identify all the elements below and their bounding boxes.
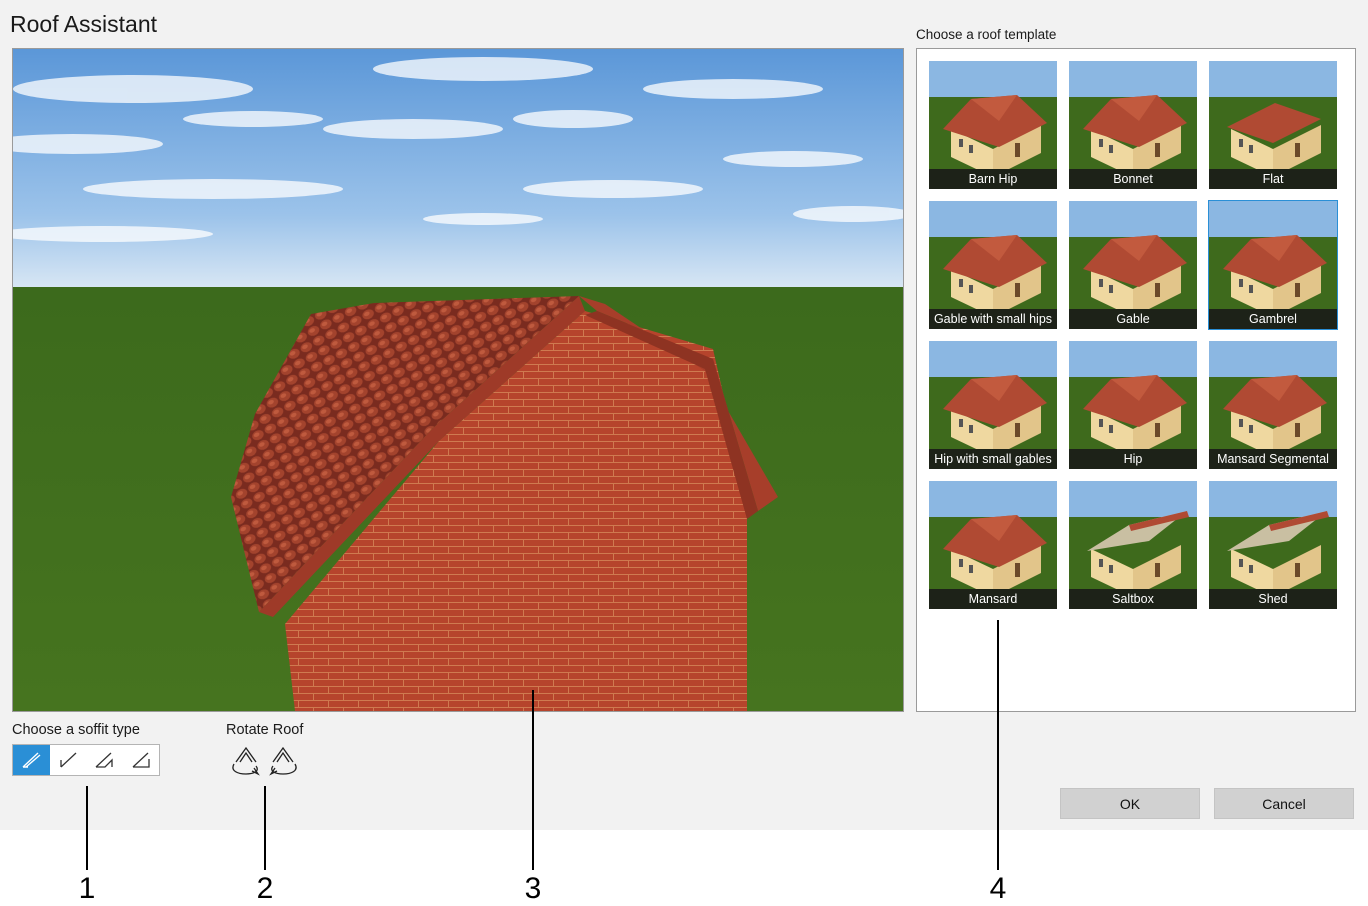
roof-template-caption: Hip (1069, 449, 1197, 469)
roof-template-saltbox[interactable]: Saltbox (1069, 481, 1197, 609)
cancel-button[interactable]: Cancel (1214, 788, 1354, 819)
soffit-sloped-icon (60, 752, 77, 768)
roof-template-gambrel[interactable]: Gambrel (1208, 200, 1338, 330)
callout-line-1 (86, 786, 88, 870)
roof-template-mansard-segmental[interactable]: Mansard Segmental (1209, 341, 1337, 469)
roof-template-mansard[interactable]: Mansard (929, 481, 1057, 609)
rotate-roof-label: Rotate Roof (226, 722, 304, 738)
roof-template-gable-with-small-hips[interactable]: Gable with small hips (929, 201, 1057, 329)
soffit-label: Choose a soffit type (12, 722, 140, 738)
roof-template-label: Choose a roof template (916, 27, 1057, 42)
callout-line-2 (264, 786, 266, 870)
roof-template-bonnet[interactable]: Bonnet (1069, 61, 1197, 189)
roof-template-caption: Flat (1209, 169, 1337, 189)
roof-template-caption: Shed (1209, 589, 1337, 609)
roof-3d-scene (13, 49, 903, 711)
roof-template-gallery: Barn Hip Bonnet Flat Gable with small hips G… (916, 48, 1356, 712)
soffit-type-selector (12, 744, 160, 776)
soffit-option-horizontal[interactable] (123, 745, 160, 775)
roof-template-hip[interactable]: Hip (1069, 341, 1197, 469)
roof-template-caption: Mansard Segmental (1209, 449, 1337, 469)
roof-template-caption: Saltbox (1069, 589, 1197, 609)
callout-number-3: 3 (524, 872, 542, 905)
dialog-title: Roof Assistant (10, 11, 158, 37)
roof-template-flat[interactable]: Flat (1209, 61, 1337, 189)
roof-template-caption: Gambrel (1209, 309, 1337, 329)
roof-template-barn-hip[interactable]: Barn Hip (929, 61, 1057, 189)
callout-number-2: 2 (256, 872, 274, 905)
callout-line-4 (997, 620, 999, 870)
soffit-option-sloped-double[interactable] (13, 745, 50, 775)
roof-template-caption: Hip with small gables (929, 449, 1057, 469)
roof-assistant-dialog: Roof Assistant Choose a soffit type Rota… (0, 0, 1368, 830)
roof-template-caption: Bonnet (1069, 169, 1197, 189)
soffit-option-boxed[interactable] (86, 745, 123, 775)
roof-template-caption: Gable (1069, 309, 1197, 329)
callout-line-3 (532, 690, 534, 870)
roof-template-shed[interactable]: Shed (1209, 481, 1337, 609)
callout-number-4: 4 (989, 872, 1007, 905)
soffit-option-sloped[interactable] (50, 745, 87, 775)
roof-template-caption: Gable with small hips (929, 309, 1057, 329)
rotate-roof-left-icon (232, 746, 260, 776)
roof-template-gable[interactable]: Gable (1069, 201, 1197, 329)
ok-button[interactable]: OK (1060, 788, 1200, 819)
soffit-sloped-double-icon (22, 752, 41, 768)
soffit-boxed-icon (95, 752, 113, 768)
roof-template-caption: Mansard (929, 589, 1057, 609)
callout-number-1: 1 (78, 872, 96, 905)
roof-3d-preview[interactable] (12, 48, 904, 712)
rotate-roof-right-icon (269, 746, 297, 776)
roof-template-caption: Barn Hip (929, 169, 1057, 189)
rotate-roof-left-button[interactable] (228, 744, 264, 778)
rotate-roof-right-button[interactable] (265, 744, 301, 778)
soffit-horizontal-icon (132, 752, 150, 768)
roof-template-hip-with-small-gables[interactable]: Hip with small gables (929, 341, 1057, 469)
